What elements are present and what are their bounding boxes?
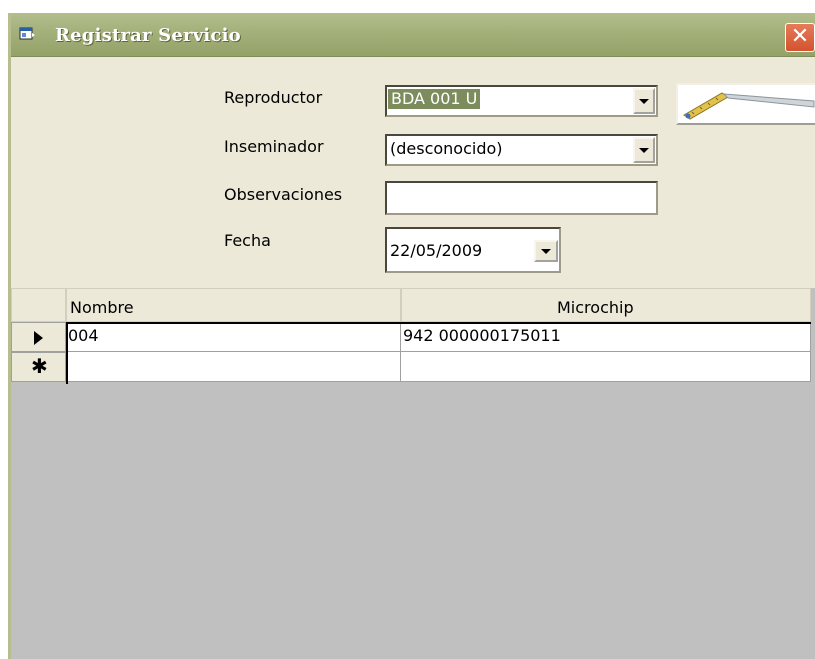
ruler-tool-button[interactable] — [676, 83, 815, 125]
ruler-tool-icon — [683, 92, 815, 120]
servicios-grid[interactable]: Nombre Microchip 004 942 000000175011 ✱ — [11, 288, 815, 659]
inseminador-label: Inseminador — [224, 137, 324, 156]
reproductor-select[interactable]: BDA 001 U — [385, 85, 658, 117]
reproductor-value: BDA 001 U — [388, 89, 481, 109]
column-header-label: Nombre — [70, 298, 134, 317]
new-row-asterisk-icon: ✱ — [31, 354, 48, 378]
inseminador-dropdown-button[interactable] — [633, 137, 655, 163]
chevron-down-icon — [639, 147, 649, 153]
microchip-value: 942 000000175011 — [403, 326, 561, 345]
inseminador-value: (desconocido) — [390, 139, 503, 158]
fecha-dropdown-button[interactable] — [534, 240, 558, 262]
reproductor-label: Reproductor — [224, 88, 323, 107]
title-bar[interactable]: Registrar Servicio ✕ — [11, 13, 815, 57]
inseminador-select[interactable]: (desconocido) — [385, 134, 658, 166]
close-button[interactable]: ✕ — [785, 23, 815, 52]
grid-border — [66, 322, 811, 324]
fecha-value: 22/05/2009 — [390, 241, 483, 260]
grid-corner-header — [11, 288, 66, 322]
column-header-microchip[interactable]: Microchip — [401, 288, 811, 322]
chevron-down-icon — [639, 98, 649, 104]
table-cell-nombre[interactable]: 004 — [66, 322, 401, 352]
nombre-value: 004 — [68, 326, 99, 345]
table-cell-nombre-new[interactable] — [66, 352, 401, 382]
chevron-down-icon — [541, 248, 551, 254]
table-cell-microchip[interactable]: 942 000000175011 — [401, 322, 811, 352]
current-row-arrow-icon — [34, 331, 43, 345]
table-cell-microchip-new[interactable] — [401, 352, 811, 382]
observaciones-field[interactable] — [385, 181, 658, 215]
row-selector[interactable] — [11, 322, 66, 352]
form-window-icon — [19, 27, 35, 40]
fecha-date-picker[interactable]: 22/05/2009 — [385, 227, 561, 273]
window-title: Registrar Servicio — [55, 25, 241, 46]
grid-border — [66, 322, 68, 384]
registrar-servicio-window: Registrar Servicio ✕ Reproductor BDA 001… — [8, 13, 815, 659]
column-header-label: Microchip — [557, 298, 634, 317]
new-row-selector[interactable]: ✱ — [11, 352, 66, 382]
reproductor-dropdown-button[interactable] — [633, 88, 655, 114]
fecha-label: Fecha — [224, 231, 271, 250]
column-header-nombre[interactable]: Nombre — [66, 288, 401, 322]
observaciones-label: Observaciones — [224, 185, 343, 204]
close-icon: ✕ — [790, 24, 810, 49]
